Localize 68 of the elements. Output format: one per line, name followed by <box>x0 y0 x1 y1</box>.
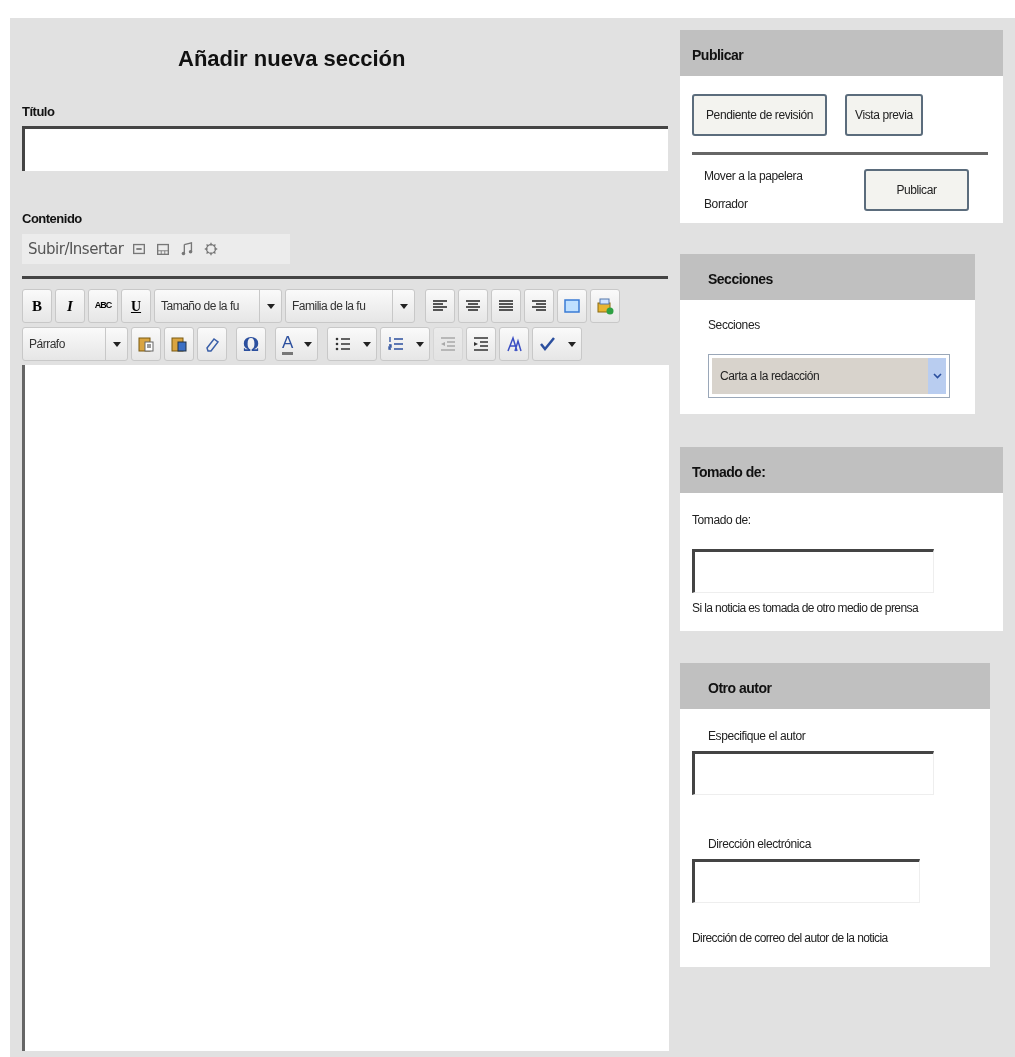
indent-button[interactable] <box>466 327 497 361</box>
paste-word-button[interactable] <box>164 327 194 361</box>
preview-button[interactable]: Vista previa <box>845 94 923 136</box>
insert-media-button[interactable] <box>590 289 620 323</box>
bold-button[interactable]: B <box>22 289 52 323</box>
panel-title: Publicar <box>692 46 744 65</box>
field-label: Dirección electrónica <box>707 836 813 853</box>
eraser-icon <box>203 335 221 353</box>
font-size-select[interactable]: Tamaño de la fu <box>154 289 282 323</box>
paragraph-format-select[interactable]: Párrafo <box>22 327 128 361</box>
help-text: Si la noticia es tomada de otro medio de prensa <box>692 600 920 617</box>
caret-icon <box>568 341 577 347</box>
field-label: Tomado de: <box>692 512 752 529</box>
indent-icon <box>472 335 491 353</box>
numbered-list-icon <box>387 335 406 353</box>
text-color-button[interactable]: A <box>275 327 319 361</box>
text-field[interactable] <box>692 859 920 903</box>
font-family-select[interactable]: Familia de la fu <box>285 289 415 323</box>
clipboard-icon <box>137 335 155 353</box>
outdent-icon <box>439 335 458 353</box>
text-field[interactable] <box>692 549 934 593</box>
align-left-button[interactable] <box>425 289 455 323</box>
image-add-icon <box>596 297 614 315</box>
field-label: Contenido <box>22 209 83 228</box>
gear-icon <box>203 241 220 257</box>
pending-review-button[interactable]: Pendiente de revisión <box>692 94 827 136</box>
bullet-list-icon <box>334 335 353 353</box>
video-icon <box>155 241 172 257</box>
publish-button[interactable]: Publicar <box>864 169 969 211</box>
title-field[interactable] <box>22 125 668 171</box>
caret-icon <box>399 303 408 309</box>
field-label: Especifique el autor <box>707 728 807 745</box>
strikethrough-button[interactable]: ABC <box>88 289 118 323</box>
caret-icon <box>112 341 121 347</box>
page-title: Añadir nueva sección <box>177 45 407 73</box>
clear-format-button[interactable] <box>197 327 227 361</box>
caret-icon <box>304 341 313 347</box>
window-icon <box>563 297 581 315</box>
special-character-button[interactable]: Ω <box>236 327 266 361</box>
text-field[interactable] <box>692 751 934 795</box>
underline-button[interactable]: U <box>121 289 151 323</box>
bullet-list-button[interactable] <box>327 327 378 361</box>
panel-title: Secciones <box>708 270 773 289</box>
help-text: Dirección de correo del autor de la noticia <box>692 930 889 947</box>
image-icon <box>131 241 148 257</box>
field-label: Secciones <box>708 317 761 334</box>
spellcheck-button[interactable] <box>532 327 583 361</box>
move-to-trash-link[interactable]: Mover a la papelera <box>704 167 864 185</box>
caret-icon <box>363 341 372 347</box>
post-status: Borrador <box>704 196 749 213</box>
align-right-button[interactable] <box>524 289 554 323</box>
paste-text-button[interactable] <box>131 327 161 361</box>
chevron-down-icon <box>932 373 942 379</box>
panel-title: Otro autor <box>708 679 772 698</box>
upload-insert-button[interactable]: Subir/Insertar <box>28 237 124 261</box>
italic-button[interactable]: I <box>55 289 85 323</box>
justify-button[interactable] <box>491 289 521 323</box>
styles-button[interactable] <box>499 327 530 361</box>
field-label: Título <box>22 103 56 121</box>
panel-title: Tomado de: <box>692 463 766 482</box>
numbered-list-button[interactable] <box>380 327 431 361</box>
section-select[interactable]: Carta a la redacción <box>708 354 950 398</box>
styles-icon <box>505 335 524 353</box>
caret-icon <box>416 341 425 347</box>
spellcheck-icon <box>539 335 558 353</box>
align-center-button[interactable] <box>458 289 488 323</box>
caret-icon <box>266 303 275 309</box>
clipboard-icon <box>170 335 188 353</box>
